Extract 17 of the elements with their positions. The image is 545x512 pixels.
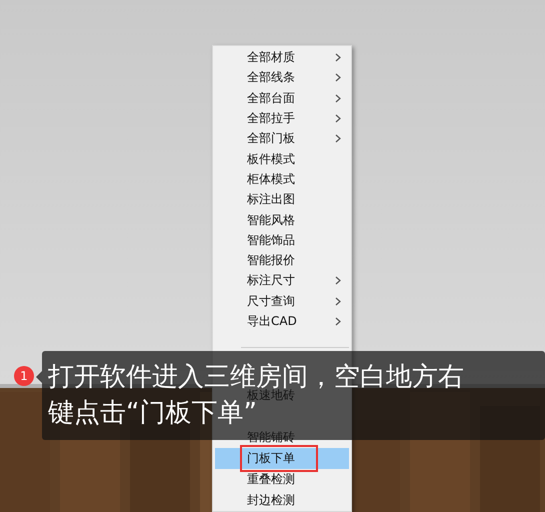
menu-item[interactable]: 全部台面: [215, 88, 349, 108]
menu-item[interactable]: 标注尺寸: [215, 270, 349, 291]
menu-item[interactable]: 尺寸查询: [215, 290, 349, 311]
menu-item[interactable]: 标注出图: [215, 189, 349, 210]
menu-item[interactable]: 重叠检测: [215, 468, 349, 490]
menu-item[interactable]: 智能风格: [215, 209, 349, 230]
menu-item[interactable]: 智能饰品: [215, 230, 349, 250]
menu-item[interactable]: 全部门板: [215, 128, 349, 148]
menu-item[interactable]: 全部线条: [215, 67, 349, 88]
menu-item[interactable]: 全部拉手: [215, 108, 349, 128]
menu-item[interactable]: 门板下单: [215, 448, 349, 469]
menu-item[interactable]: 封边检测: [215, 490, 349, 511]
menu-item[interactable]: 柜体模式: [215, 168, 349, 190]
menu-item[interactable]: 板件模式: [215, 148, 349, 169]
menu-item[interactable]: 智能报价: [215, 250, 349, 270]
menu-item[interactable]: 全部材质: [215, 47, 349, 68]
menu-item[interactable]: 导出CAD: [215, 310, 349, 332]
